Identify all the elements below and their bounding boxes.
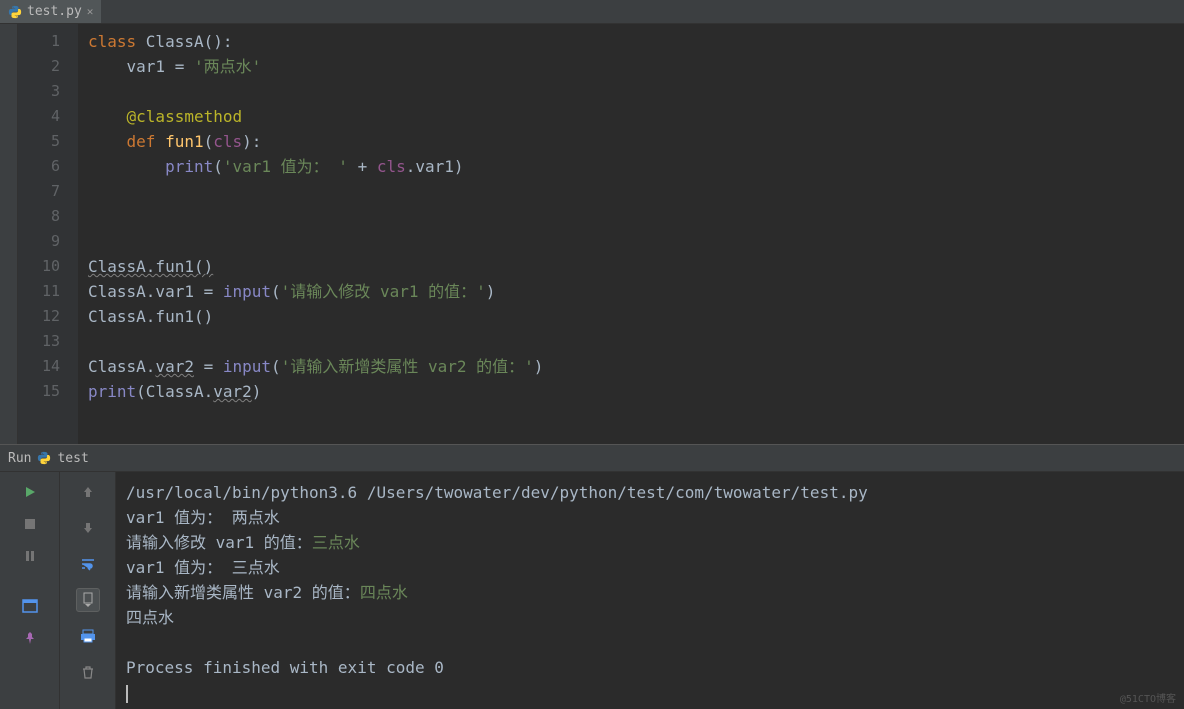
code-line[interactable]: print(ClassA.var2)	[88, 379, 1184, 404]
gutter: 123456789101112131415	[18, 24, 78, 444]
stop-button[interactable]	[18, 512, 42, 536]
left-tool-sidebar	[0, 24, 18, 444]
pin-button[interactable]	[18, 626, 42, 650]
tab-bar: test.py ✕	[0, 0, 1184, 24]
line-number: 13	[18, 329, 78, 354]
line-number: 14	[18, 354, 78, 379]
rerun-button[interactable]	[18, 480, 42, 504]
line-number: 1	[18, 29, 78, 54]
print-button[interactable]	[76, 624, 100, 648]
code-line[interactable]: def fun1(cls):	[88, 129, 1184, 154]
code-line[interactable]: @classmethod	[88, 104, 1184, 129]
line-number: 9	[18, 229, 78, 254]
code-line[interactable]	[88, 79, 1184, 104]
console-line: 请输入修改 var1 的值：三点水	[126, 530, 1174, 555]
line-number: 15	[18, 379, 78, 404]
code-line[interactable]: ClassA.fun1()	[88, 254, 1184, 279]
console-line	[126, 630, 1174, 655]
line-number: 12	[18, 304, 78, 329]
watermark: @51CTO博客	[1120, 690, 1176, 705]
line-number: 8	[18, 204, 78, 229]
code-area[interactable]: class ClassA(): var1 = '两点水' @classmetho…	[78, 24, 1184, 444]
scroll-to-end-button[interactable]	[76, 588, 100, 612]
code-line[interactable]: var1 = '两点水'	[88, 54, 1184, 79]
run-toolbar-left	[0, 472, 60, 709]
run-label: Run	[8, 451, 31, 466]
code-line[interactable]	[88, 229, 1184, 254]
console-line: 请输入新增类属性 var2 的值：四点水	[126, 580, 1174, 605]
console-line: var1 值为： 三点水	[126, 555, 1174, 580]
line-number: 11	[18, 279, 78, 304]
line-number: 3	[18, 79, 78, 104]
console-line: var1 值为： 两点水	[126, 505, 1174, 530]
tab-filename: test.py	[27, 4, 82, 19]
code-line[interactable]: class ClassA():	[88, 29, 1184, 54]
run-config-name: test	[57, 451, 88, 466]
down-button[interactable]	[76, 516, 100, 540]
console-line: Process finished with exit code 0	[126, 655, 1174, 680]
wrap-button[interactable]	[76, 552, 100, 576]
code-line[interactable]: ClassA.fun1()	[88, 304, 1184, 329]
run-panel: /usr/local/bin/python3.6 /Users/twowater…	[0, 472, 1184, 709]
run-toolbar-secondary	[60, 472, 116, 709]
layout-button[interactable]	[18, 594, 42, 618]
trash-button[interactable]	[76, 660, 100, 684]
console-output[interactable]: /usr/local/bin/python3.6 /Users/twowater…	[116, 472, 1184, 709]
line-number: 4	[18, 104, 78, 129]
editor-container: 123456789101112131415 class ClassA(): va…	[0, 24, 1184, 444]
close-icon[interactable]: ✕	[87, 5, 94, 18]
console-line: 四点水	[126, 605, 1174, 630]
code-line[interactable]: print('var1 值为： ' + cls.var1)	[88, 154, 1184, 179]
line-number: 2	[18, 54, 78, 79]
code-line[interactable]: ClassA.var2 = input('请输入新增类属性 var2 的值：')	[88, 354, 1184, 379]
code-line[interactable]	[88, 179, 1184, 204]
python-icon	[37, 451, 51, 465]
up-button[interactable]	[76, 480, 100, 504]
python-icon	[8, 5, 22, 19]
cursor	[126, 685, 128, 703]
file-tab[interactable]: test.py ✕	[0, 0, 101, 23]
code-line[interactable]: ClassA.var1 = input('请输入修改 var1 的值：')	[88, 279, 1184, 304]
run-panel-header: Run test	[0, 444, 1184, 472]
line-number: 10	[18, 254, 78, 279]
code-line[interactable]	[88, 329, 1184, 354]
console-line: /usr/local/bin/python3.6 /Users/twowater…	[126, 480, 1174, 505]
line-number: 5	[18, 129, 78, 154]
code-line[interactable]	[88, 204, 1184, 229]
pause-button[interactable]	[18, 544, 42, 568]
line-number: 6	[18, 154, 78, 179]
line-number: 7	[18, 179, 78, 204]
